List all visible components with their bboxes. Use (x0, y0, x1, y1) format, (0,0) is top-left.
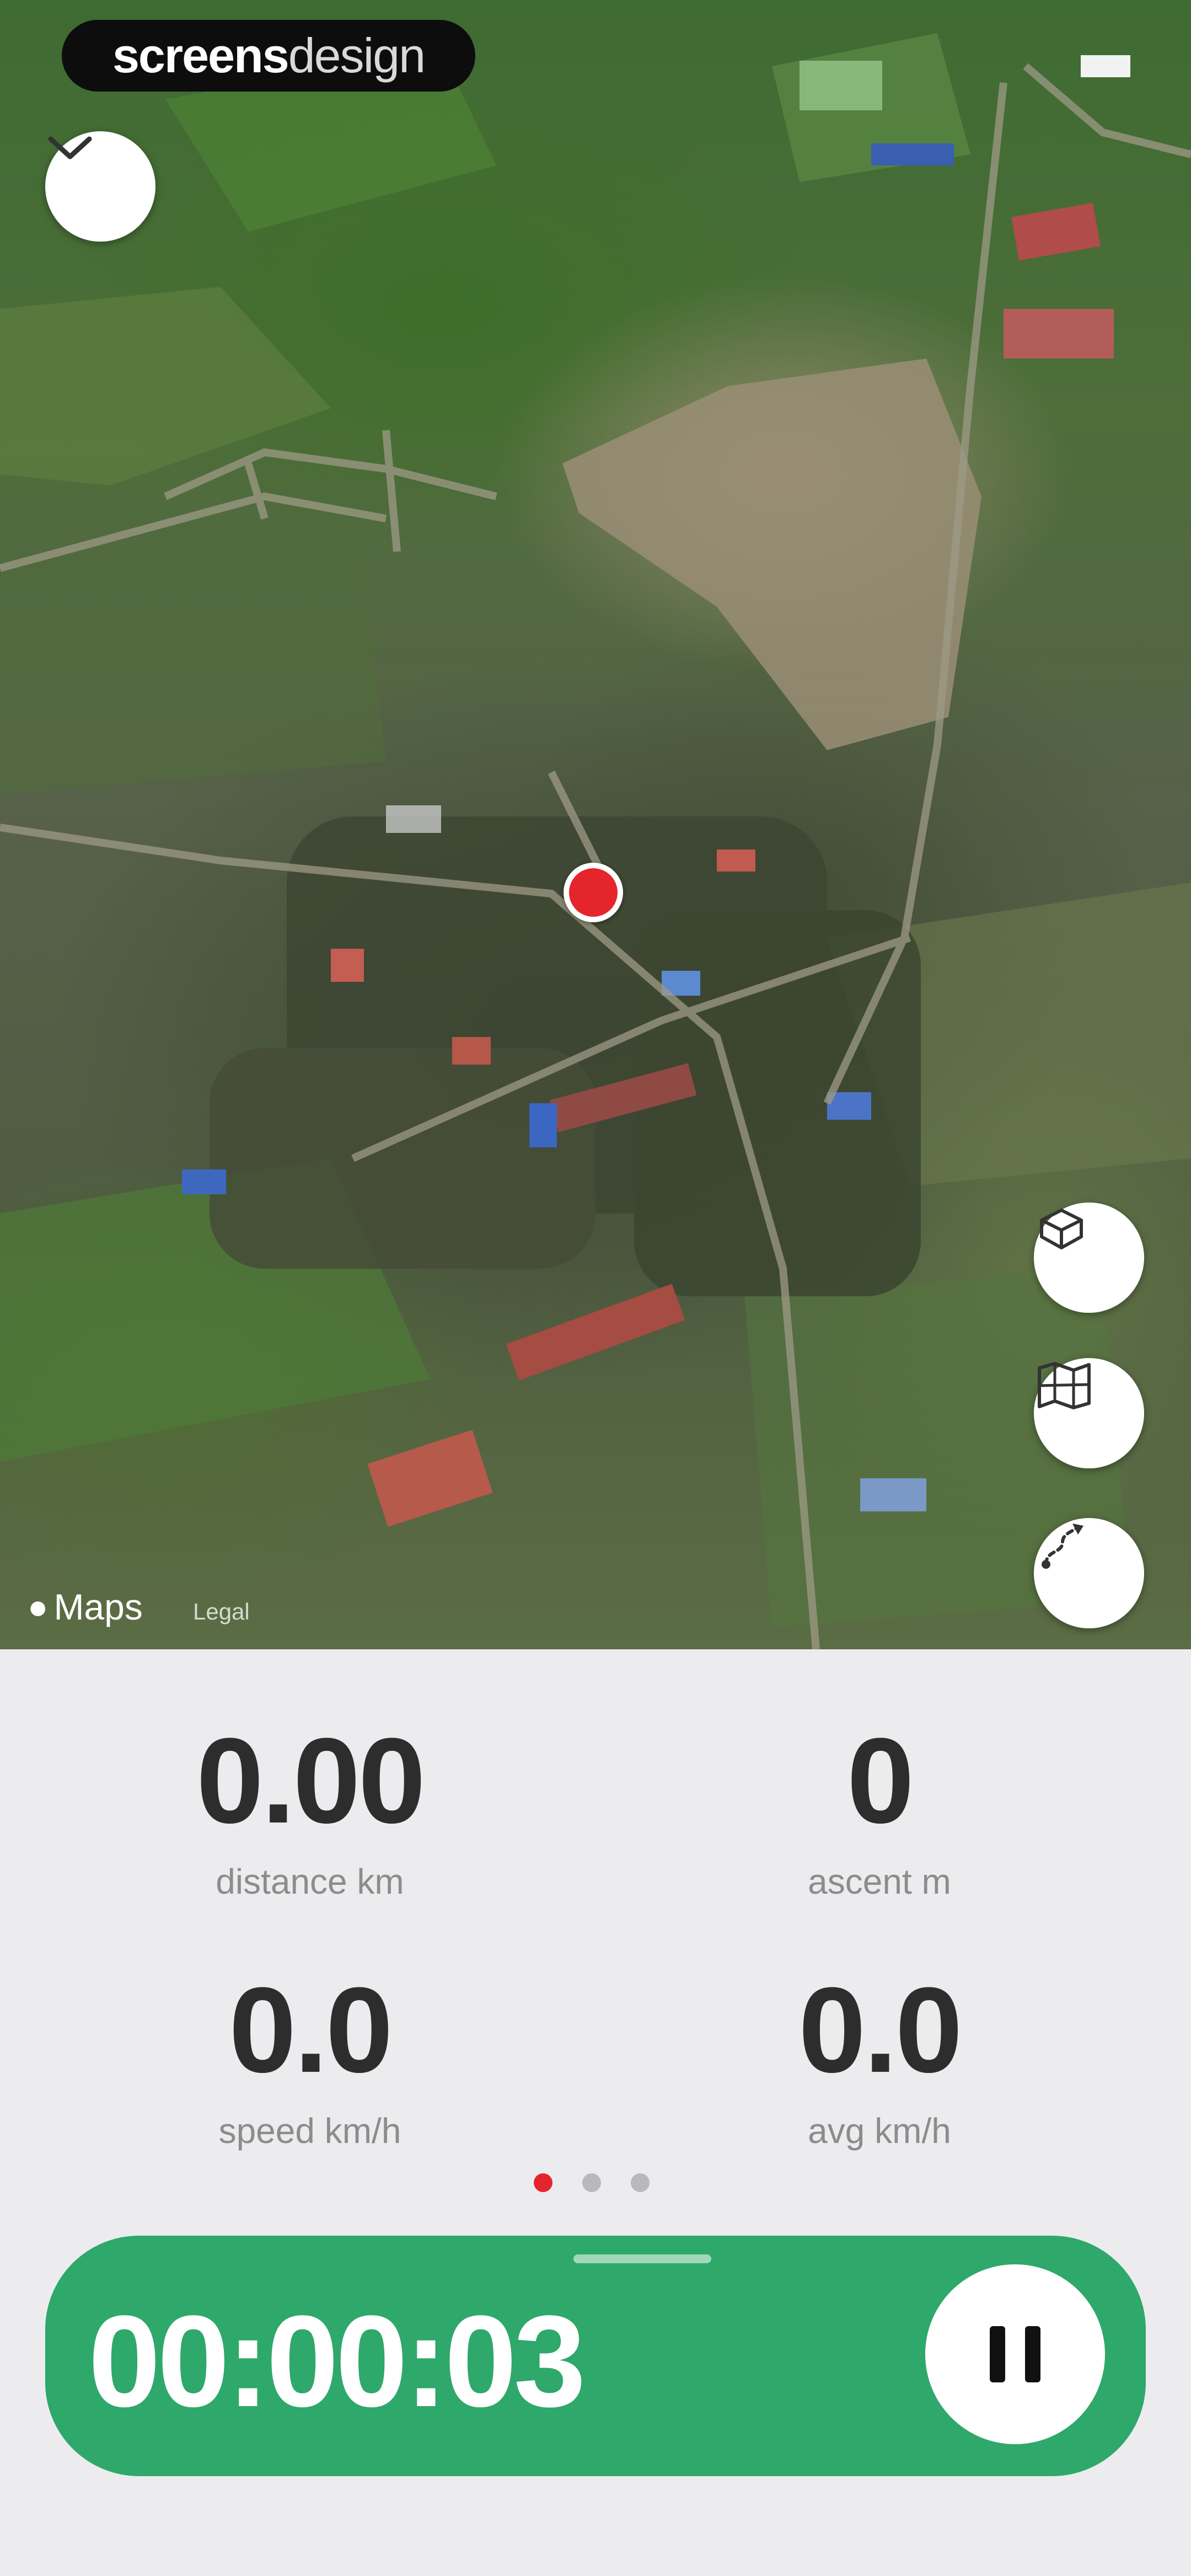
drag-handle[interactable] (573, 2254, 711, 2263)
screensdesign-watermark: screens design (62, 20, 475, 92)
stat-value: 0.0 (798, 1962, 963, 2098)
stat-label: ascent m (808, 1862, 951, 1901)
apple-logo-icon: ● (28, 1588, 49, 1626)
elapsed-time: 00:00:03 (88, 2289, 586, 2434)
stat-value: 0 (846, 1713, 914, 1848)
page-indicator[interactable] (534, 2173, 650, 2192)
stat-distance: 0.00 distance km (89, 1720, 530, 1902)
current-location-marker (564, 863, 623, 922)
page-dot[interactable] (582, 2173, 601, 2192)
map-type-button[interactable] (1034, 1358, 1144, 1468)
route-button[interactable] (1034, 1518, 1144, 1628)
stats-panel: 0.00 distance km 0 ascent m 0.0 speed km… (0, 1649, 1191, 2576)
watermark-bold: screens (112, 28, 289, 83)
layers-icon (1040, 1209, 1083, 1249)
stat-value: 0.0 (229, 1962, 393, 2098)
maps-attribution-text: Maps (53, 1586, 143, 1627)
satellite-map[interactable]: screens design ● Maps Legal (0, 0, 1191, 1649)
stat-label: avg km/h (808, 2111, 951, 2151)
stat-ascent: 0 ascent m (659, 1720, 1100, 1902)
pause-button[interactable] (925, 2264, 1105, 2444)
map-grid-icon (1038, 1362, 1091, 1409)
timer-bar[interactable]: 00:00:03 (45, 2236, 1146, 2476)
route-icon (1042, 1524, 1083, 1569)
apple-maps-attribution: ● Maps (28, 1586, 143, 1628)
stat-speed: 0.0 speed km/h (89, 1969, 530, 2151)
stat-label: speed km/h (218, 2111, 401, 2151)
page-dot-active[interactable] (534, 2173, 552, 2192)
stat-avg-speed: 0.0 avg km/h (659, 1969, 1100, 2151)
watermark-light: design (288, 28, 426, 83)
legal-link[interactable]: Legal (193, 1599, 250, 1625)
page-dot[interactable] (631, 2173, 650, 2192)
pause-icon (990, 2326, 1040, 2382)
collapse-button[interactable] (45, 131, 155, 242)
stat-value: 0.00 (196, 1713, 426, 1848)
chevron-down-icon (48, 136, 92, 159)
stat-label: distance km (216, 1862, 404, 1901)
map-layers-button[interactable] (1034, 1203, 1144, 1313)
map-imagery (0, 33, 1191, 1649)
